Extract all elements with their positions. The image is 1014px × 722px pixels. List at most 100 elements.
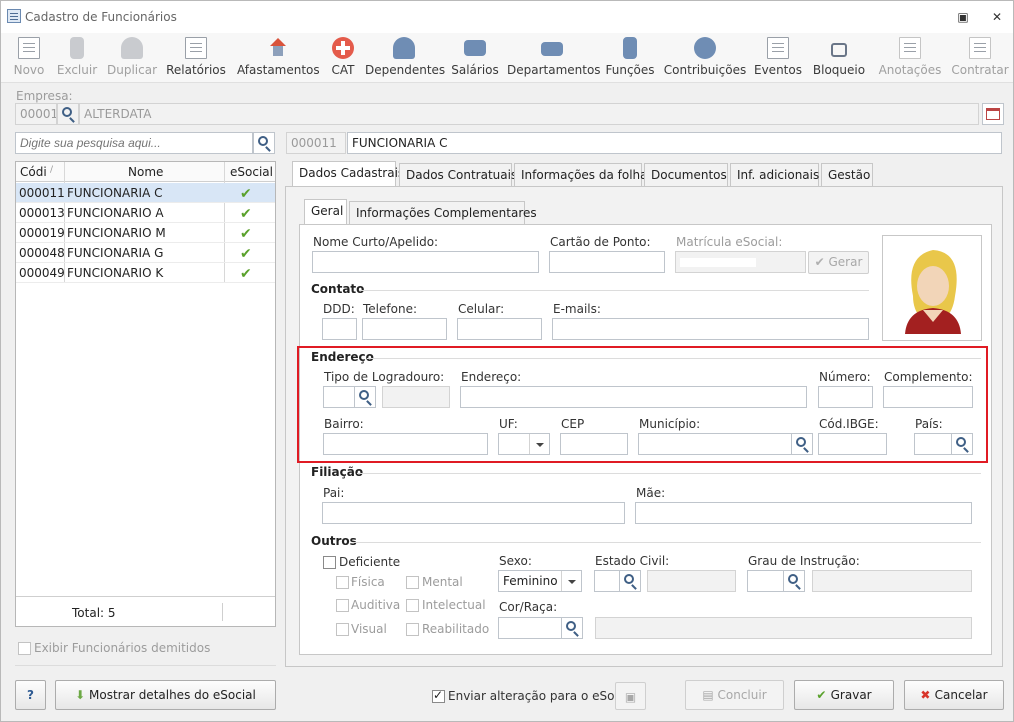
table-row[interactable]: 000049 FUNCIONARIO K ✔	[16, 263, 275, 283]
subtab-informacoes-complementares[interactable]: Informações Complementares	[349, 201, 537, 225]
nome-curto-field[interactable]	[312, 251, 539, 273]
tab-documentos[interactable]: Documentos	[644, 163, 728, 187]
cancelar-button[interactable]: ✖ Cancelar	[904, 680, 1004, 710]
cor-raca-label: Cor/Raça:	[499, 600, 558, 614]
cor-raca-search-button[interactable]	[561, 617, 583, 639]
intelectual-checkbox[interactable]	[406, 599, 419, 612]
search-icon	[566, 621, 576, 631]
sexo-select[interactable]: Feminino	[498, 570, 582, 592]
col-esocial-header[interactable]: eSocial	[230, 165, 273, 179]
employee-grid: Códi / Nome eSocial 000011 FUNCIONARIA C ✔…	[15, 161, 276, 627]
col-name-header[interactable]: Nome	[128, 165, 163, 179]
visual-checkbox[interactable]	[336, 623, 349, 636]
gerar-button[interactable]: ✔ Gerar	[808, 251, 869, 274]
estado-civil-desc-field	[647, 570, 736, 592]
funcoes-button[interactable]: Funções	[603, 33, 657, 83]
grid-footer: Total: 5	[16, 596, 275, 626]
close-icon[interactable]: ✕	[989, 9, 1005, 25]
search-input[interactable]	[15, 132, 253, 154]
calendar-button[interactable]	[982, 103, 1004, 125]
contato-section-title: Contato	[311, 282, 365, 296]
enviar-esocial-checkbox[interactable]	[432, 688, 445, 703]
search-button[interactable]	[253, 132, 275, 154]
ddd-field[interactable]	[322, 318, 357, 340]
fisica-checkbox[interactable]	[336, 576, 349, 589]
novo-button[interactable]: Novo	[9, 33, 49, 83]
afastamentos-button[interactable]: Afastamentos	[237, 33, 320, 83]
cat-button[interactable]: CAT	[325, 33, 361, 83]
tab-gestao[interactable]: Gestão	[821, 163, 873, 187]
selected-name-field[interactable]: FUNCIONARIA C	[347, 132, 1002, 154]
contribuicoes-button[interactable]: Contribuições	[663, 33, 747, 83]
restore-icon[interactable]: ▣	[955, 9, 971, 25]
salarios-button[interactable]: Salários	[449, 33, 501, 83]
bloqueio-button[interactable]: Bloqueio	[811, 33, 867, 83]
tab-inf-adicionais[interactable]: Inf. adicionais	[730, 163, 819, 187]
endereco-field[interactable]	[460, 386, 807, 408]
concluir-button[interactable]: ▤ Concluir	[685, 680, 784, 710]
grau-instrucao-field[interactable]	[747, 570, 784, 592]
emails-label: E-mails:	[553, 302, 601, 316]
excluir-button[interactable]: Excluir	[55, 33, 99, 83]
estado-civil-search-button[interactable]	[619, 570, 641, 592]
dependentes-button[interactable]: Dependentes	[365, 33, 445, 83]
table-row[interactable]: 000048 FUNCIONARIA G ✔	[16, 243, 275, 263]
tipo-logradouro-label: Tipo de Logradouro:	[324, 370, 445, 384]
emails-field[interactable]	[552, 318, 869, 340]
deficiente-label: Deficiente	[339, 555, 401, 569]
contratar-button[interactable]: Contratar	[949, 33, 1011, 83]
deficiente-checkbox[interactable]	[323, 556, 336, 569]
pais-search-button[interactable]	[951, 433, 973, 455]
telefone-field[interactable]	[362, 318, 447, 340]
pai-field[interactable]	[322, 502, 625, 524]
pais-field[interactable]	[914, 433, 952, 455]
table-row[interactable]: 000013 FUNCIONARIO A ✔	[16, 203, 275, 223]
tipo-logradouro-search-button[interactable]	[354, 386, 376, 408]
visual-label: Visual	[351, 622, 387, 636]
tab-dados-contratuais[interactable]: Dados Contratuais	[399, 163, 517, 187]
estado-civil-field[interactable]	[594, 570, 620, 592]
esocial-send-button[interactable]: ▣	[615, 682, 646, 710]
reabilitado-checkbox[interactable]	[406, 623, 419, 636]
mental-checkbox[interactable]	[406, 576, 419, 589]
table-row[interactable]: 000011 FUNCIONARIA C ✔	[16, 183, 275, 203]
uf-label: UF:	[499, 417, 518, 431]
gravar-button[interactable]: ✔ Gravar	[794, 680, 894, 710]
subtab-geral[interactable]: Geral	[304, 199, 347, 225]
medical-cross-icon	[332, 37, 354, 59]
grau-instrucao-search-button[interactable]	[783, 570, 805, 592]
cod-ibge-field[interactable]	[818, 433, 887, 455]
divider	[359, 290, 869, 291]
auditiva-checkbox[interactable]	[336, 599, 349, 612]
bairro-field[interactable]	[323, 433, 488, 455]
tipo-logradouro-field[interactable]	[323, 386, 355, 408]
chevron-down-icon	[529, 434, 549, 454]
trash-icon	[70, 37, 84, 59]
municipio-field[interactable]	[638, 433, 793, 455]
tab-informacoes-folha[interactable]: Informações da folha	[514, 163, 648, 187]
anotacoes-button[interactable]: Anotações	[877, 33, 943, 83]
complemento-field[interactable]	[883, 386, 973, 408]
exibir-demitidos-checkbox[interactable]	[18, 642, 31, 655]
eventos-button[interactable]: Eventos	[753, 33, 803, 83]
cartao-ponto-field[interactable]	[549, 251, 665, 273]
col-code-header[interactable]: Códi	[20, 165, 47, 179]
tab-dados-cadastrais[interactable]: Dados Cadastrais	[292, 161, 404, 187]
mae-field[interactable]	[635, 502, 972, 524]
celular-field[interactable]	[457, 318, 542, 340]
cor-raca-field[interactable]	[498, 617, 562, 639]
table-row[interactable]: 000019 FUNCIONARIO M ✔	[16, 223, 275, 243]
departamentos-button[interactable]: Departamentos	[507, 33, 601, 83]
empresa-code-field: 00001	[15, 103, 57, 125]
uf-select[interactable]	[498, 433, 550, 455]
municipio-search-button[interactable]	[791, 433, 813, 455]
numero-field[interactable]	[818, 386, 873, 408]
cep-field[interactable]	[560, 433, 628, 455]
relatorios-button[interactable]: Relatórios	[165, 33, 227, 83]
duplicar-button[interactable]: Duplicar	[105, 33, 159, 83]
mostrar-esocial-button[interactable]: ⬇ Mostrar detalhes do eSocial	[55, 680, 276, 710]
hire-check-icon	[969, 37, 991, 59]
help-button[interactable]: ?	[15, 680, 46, 710]
lock-icon	[831, 43, 847, 57]
pai-label: Pai:	[323, 486, 345, 500]
